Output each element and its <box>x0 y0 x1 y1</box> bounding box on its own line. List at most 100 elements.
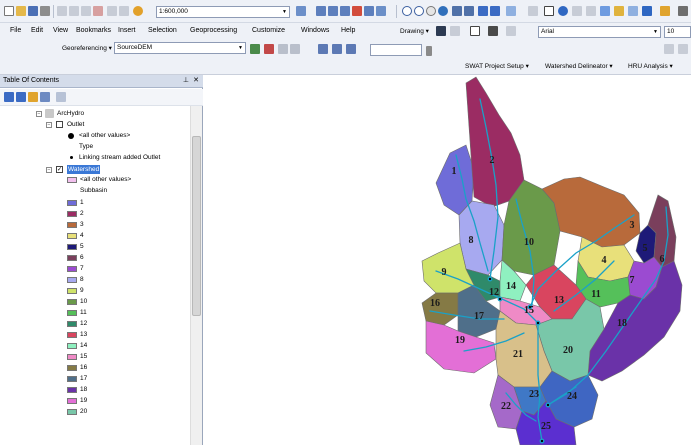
cut-icon[interactable] <box>57 6 67 16</box>
menu-edit[interactable]: Edit <box>31 27 43 34</box>
find-icon[interactable] <box>572 6 582 16</box>
zoom-out-icon[interactable] <box>414 6 424 16</box>
select-elements-icon[interactable] <box>544 6 554 16</box>
font-name-combo[interactable]: Arial ▼ <box>538 26 661 38</box>
rotate-raster-icon[interactable] <box>250 44 260 54</box>
full-extent-icon[interactable] <box>438 6 448 16</box>
list-by-drawing-order-icon[interactable] <box>4 92 14 102</box>
print-icon[interactable] <box>40 6 50 16</box>
table-of-contents-icon[interactable] <box>316 6 326 16</box>
shift-raster-icon[interactable] <box>278 44 288 54</box>
spline-text-icon[interactable] <box>506 26 516 36</box>
legend-swatch <box>67 222 77 228</box>
hyperlink-icon[interactable] <box>600 6 610 16</box>
legend-swatch <box>67 398 77 404</box>
drawing-menu[interactable]: Drawing ▾ <box>400 27 429 35</box>
subbasin-label: 1 <box>452 166 457 177</box>
fixed-zoom-in-icon[interactable] <box>452 6 462 16</box>
menu-selection[interactable]: Selection <box>148 27 177 34</box>
menu-windows[interactable]: Windows <box>301 27 329 34</box>
layer-outlet[interactable]: Outlet <box>67 120 84 129</box>
toc-options-icon[interactable] <box>56 92 66 102</box>
toc-vertical-scrollbar[interactable] <box>190 106 202 445</box>
select-features-icon[interactable] <box>506 6 516 16</box>
menu-help[interactable]: Help <box>341 27 355 34</box>
copy-icon[interactable] <box>69 6 79 16</box>
create-viewer-icon[interactable] <box>642 6 652 16</box>
list-by-selection-icon[interactable] <box>40 92 50 102</box>
layout-view-icon[interactable] <box>664 44 674 54</box>
arccatalog-icon[interactable] <box>660 6 670 16</box>
open-folder-icon[interactable] <box>16 6 26 16</box>
forward-extent-icon[interactable] <box>490 6 500 16</box>
watershed-visibility-checkbox[interactable]: ✓ <box>56 166 63 173</box>
close-icon[interactable]: ✕ <box>193 75 199 87</box>
arctoolbox-icon[interactable] <box>352 6 362 16</box>
select-arrow-icon[interactable] <box>436 26 446 36</box>
add-data-icon[interactable] <box>133 6 143 16</box>
search-window-icon[interactable] <box>340 6 350 16</box>
subbasin-2[interactable] <box>465 76 525 208</box>
collapse-icon[interactable]: − <box>36 111 42 117</box>
georeferencing-layer-combo[interactable]: SourceDEM ▼ <box>114 42 246 54</box>
rotate-icon[interactable] <box>450 26 460 36</box>
save-icon[interactable] <box>28 6 38 16</box>
python-window-icon[interactable] <box>364 6 374 16</box>
view-link-table-icon[interactable] <box>318 44 328 54</box>
outlet-visibility-checkbox[interactable] <box>56 121 63 128</box>
list-by-source-icon[interactable] <box>16 92 26 102</box>
redo-icon[interactable] <box>119 6 129 16</box>
watershed-delineator-menu[interactable]: Watershed Delineator ▾ <box>545 62 613 70</box>
menu-customize[interactable]: Customize <box>252 27 285 34</box>
subbasin-label: 7 <box>630 275 635 286</box>
viewer-icon[interactable] <box>332 44 342 54</box>
zoom-in-icon[interactable] <box>402 6 412 16</box>
data-view-icon[interactable] <box>678 44 688 54</box>
layer-watershed[interactable]: Watershed <box>67 165 101 174</box>
list-by-visibility-icon[interactable] <box>28 92 38 102</box>
menu-file[interactable]: File <box>10 27 21 34</box>
delete-icon[interactable] <box>93 6 103 16</box>
paste-icon[interactable] <box>81 6 91 16</box>
time-slider-icon[interactable] <box>628 6 638 16</box>
toolbar-overflow-icon[interactable] <box>678 6 688 16</box>
html-popup-icon[interactable] <box>614 6 624 16</box>
fixed-zoom-out-icon[interactable] <box>464 6 474 16</box>
hru-analysis-menu[interactable]: HRU Analysis ▾ <box>628 62 673 70</box>
legend-label: 18 <box>80 386 88 393</box>
outlet-point <box>545 402 551 408</box>
georef-zoom-icon[interactable] <box>346 44 356 54</box>
rectangle-icon[interactable] <box>470 26 480 36</box>
swat-project-setup-menu[interactable]: SWAT Project Setup ▾ <box>465 62 529 70</box>
font-size-combo[interactable]: 10 <box>664 26 691 38</box>
toolbar-overflow-icon[interactable] <box>426 46 432 56</box>
clear-selection-icon[interactable] <box>528 6 538 16</box>
collapse-icon[interactable]: − <box>46 122 52 128</box>
group-layer-archydro[interactable]: ArcHydro <box>57 109 84 118</box>
map-view[interactable]: 1 2 3 4 5 6 7 8 9 10 11 12 13 14 15 16 17 18 19 20 21 22 23 24 2… <box>204 75 691 445</box>
new-text-icon[interactable] <box>488 26 498 36</box>
scale-raster-icon[interactable] <box>290 44 300 54</box>
undo-icon[interactable] <box>107 6 117 16</box>
measure-icon[interactable] <box>586 6 596 16</box>
legend-swatch <box>67 255 77 261</box>
georeferencing-menu[interactable]: Georeferencing ▾ <box>62 44 112 52</box>
scrollbar-thumb[interactable] <box>192 136 201 316</box>
map-scale-combo[interactable]: 1:600,000 ▼ <box>156 6 290 18</box>
menu-geoprocessing[interactable]: Geoprocessing <box>190 27 237 34</box>
menu-bookmarks[interactable]: Bookmarks <box>76 27 111 34</box>
identify-icon[interactable] <box>558 6 568 16</box>
model-builder-icon[interactable] <box>376 6 386 16</box>
pan-icon[interactable] <box>426 6 436 16</box>
add-control-points-icon[interactable] <box>264 44 274 54</box>
back-extent-icon[interactable] <box>478 6 488 16</box>
menu-view[interactable]: View <box>53 27 68 34</box>
pin-icon[interactable]: ⊥ <box>183 75 189 87</box>
subbasin-16[interactable] <box>421 292 459 326</box>
catalog-icon[interactable] <box>328 6 338 16</box>
editor-toolbar-icon[interactable] <box>296 6 306 16</box>
transparency-input[interactable] <box>370 44 422 56</box>
collapse-icon[interactable]: − <box>46 167 52 173</box>
new-document-icon[interactable] <box>4 6 14 16</box>
menu-insert[interactable]: Insert <box>118 27 136 34</box>
